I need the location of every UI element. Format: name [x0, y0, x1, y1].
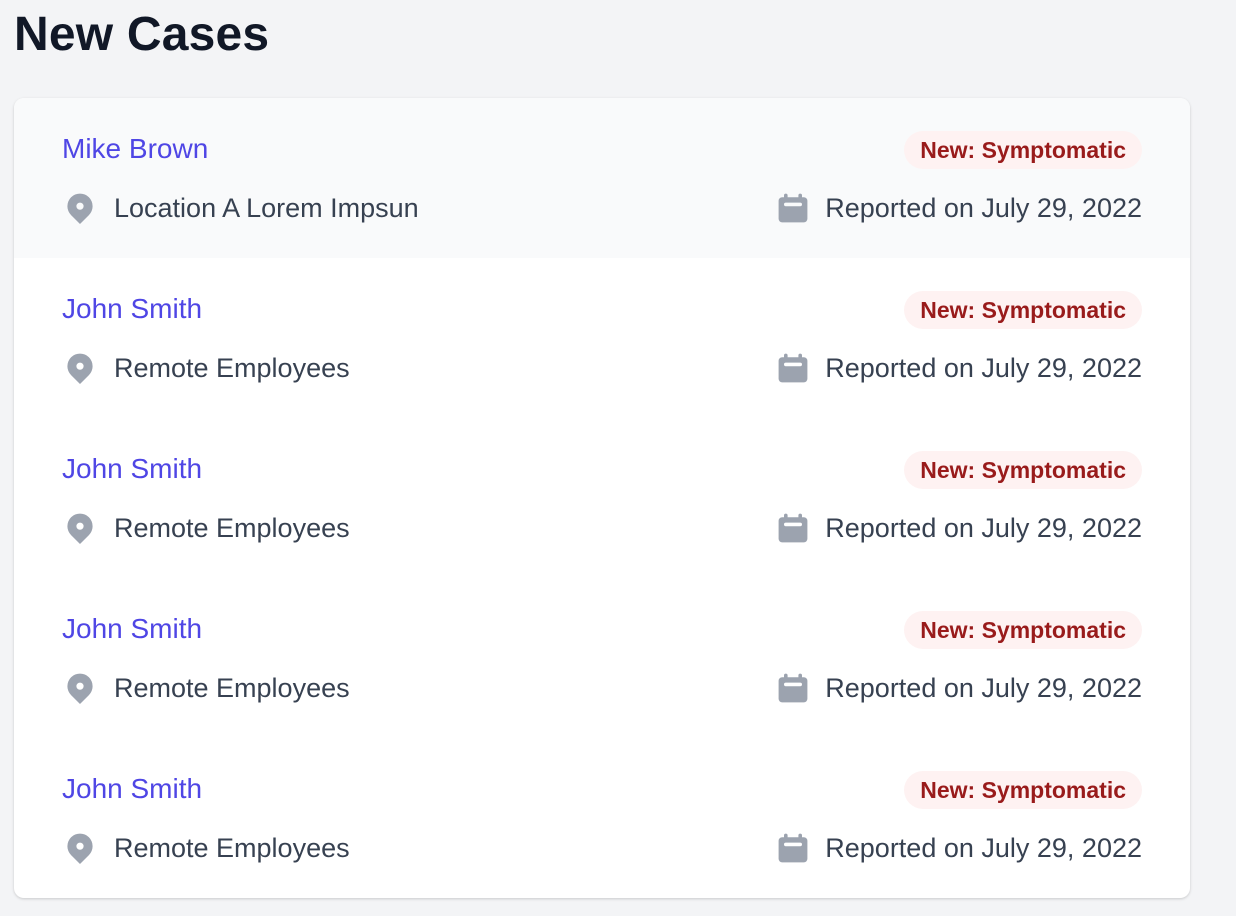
case-location: Remote Employees	[62, 350, 350, 386]
map-pin-icon	[67, 353, 93, 385]
case-location-text: Remote Employees	[114, 513, 350, 543]
calendar-icon	[778, 833, 808, 863]
case-location: Location A Lorem Impsun	[62, 190, 419, 226]
case-reported-date: Reported on July 29, 2022	[775, 190, 1142, 226]
case-name-link[interactable]: John Smith	[62, 292, 202, 326]
status-badge: New: Symptomatic	[904, 291, 1142, 329]
status-badge: New: Symptomatic	[904, 451, 1142, 489]
case-location-text: Remote Employees	[114, 353, 350, 383]
case-name-link[interactable]: John Smith	[62, 772, 202, 806]
calendar-icon	[778, 193, 808, 223]
status-badge: New: Symptomatic	[904, 131, 1142, 169]
page-title: New Cases	[14, 8, 270, 61]
calendar-icon	[778, 673, 808, 703]
case-row[interactable]: Mike Brown New: Symptomatic Location A L…	[14, 98, 1190, 258]
cases-list: Mike Brown New: Symptomatic Location A L…	[14, 98, 1190, 898]
map-pin-icon	[67, 513, 93, 545]
case-location: Remote Employees	[62, 830, 350, 866]
case-reported-date: Reported on July 29, 2022	[775, 350, 1142, 386]
case-row[interactable]: John Smith New: Symptomatic Remote Emplo…	[14, 578, 1190, 738]
case-name-link[interactable]: Mike Brown	[62, 132, 208, 166]
case-location: Remote Employees	[62, 670, 350, 706]
status-badge: New: Symptomatic	[904, 771, 1142, 809]
case-reported-text: Reported on July 29, 2022	[825, 833, 1142, 863]
calendar-icon	[778, 353, 808, 383]
case-reported-text: Reported on July 29, 2022	[825, 193, 1142, 223]
case-reported-text: Reported on July 29, 2022	[825, 673, 1142, 703]
map-pin-icon	[67, 193, 93, 225]
calendar-icon	[778, 513, 808, 543]
case-row[interactable]: John Smith New: Symptomatic Remote Emplo…	[14, 738, 1190, 898]
map-pin-icon	[67, 833, 93, 865]
case-reported-text: Reported on July 29, 2022	[825, 353, 1142, 383]
case-location-text: Remote Employees	[114, 673, 350, 703]
case-location-text: Remote Employees	[114, 833, 350, 863]
case-location-text: Location A Lorem Impsun	[114, 193, 419, 223]
status-badge: New: Symptomatic	[904, 611, 1142, 649]
case-reported-date: Reported on July 29, 2022	[775, 830, 1142, 866]
case-reported-date: Reported on July 29, 2022	[775, 670, 1142, 706]
case-row[interactable]: John Smith New: Symptomatic Remote Emplo…	[14, 418, 1190, 578]
case-row[interactable]: John Smith New: Symptomatic Remote Emplo…	[14, 258, 1190, 418]
map-pin-icon	[67, 673, 93, 705]
case-location: Remote Employees	[62, 510, 350, 546]
case-name-link[interactable]: John Smith	[62, 612, 202, 646]
case-name-link[interactable]: John Smith	[62, 452, 202, 486]
case-reported-date: Reported on July 29, 2022	[775, 510, 1142, 546]
case-reported-text: Reported on July 29, 2022	[825, 513, 1142, 543]
